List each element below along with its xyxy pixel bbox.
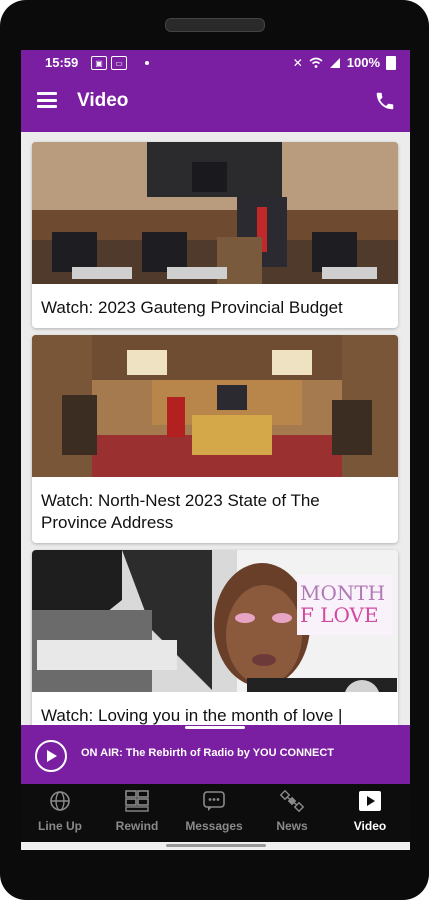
page-title: Video [77, 90, 129, 111]
play-icon [359, 791, 381, 811]
hamburger-icon[interactable] [37, 92, 57, 108]
phone-icon[interactable] [374, 90, 396, 112]
scroll-indicator [185, 726, 245, 729]
video-title[interactable]: Watch: 2023 Gauteng Provincial Budget [32, 289, 398, 328]
phone-frame: 15:59 ▣ ▭ ✕ 100% Video Watch: 2023 Gaute… [0, 0, 429, 900]
nav-item-rewind[interactable]: Rewind [102, 790, 172, 836]
battery-percent: 100% [346, 55, 380, 70]
notification-dot-icon [145, 61, 149, 65]
app-bar: Video [21, 76, 410, 132]
message-notification-icon: ▭ [111, 56, 127, 70]
nav-label: Line Up [38, 819, 82, 833]
svg-text:MONTH: MONTH [300, 581, 385, 605]
video-card[interactable]: MONTH F LOVE Watch: Loving you in the mo… [32, 550, 398, 725]
nav-label: Rewind [115, 819, 159, 833]
app-screen: 15:59 ▣ ▭ ✕ 100% Video Watch: 2023 Gaute… [21, 50, 410, 850]
notification-icons: ▣ ▭ [91, 56, 127, 70]
video-title[interactable]: Watch: North-Nest 2023 State of The Prov… [32, 482, 398, 543]
nav-item-line-up[interactable]: Line Up [25, 790, 95, 836]
nav-label: Messages [185, 819, 243, 833]
chat-icon [203, 791, 225, 811]
satellite-icon [279, 789, 305, 813]
video-list[interactable]: Watch: 2023 Gauteng Provincial Budget Wa… [21, 132, 410, 725]
mute-icon: ✕ [292, 55, 303, 70]
home-indicator[interactable] [166, 844, 266, 847]
video-title[interactable]: Watch: Loving you in the month of love | [32, 697, 398, 725]
svg-text:F LOVE: F LOVE [300, 603, 379, 627]
status-time: 15:59 [45, 55, 79, 70]
globe-icon [50, 791, 70, 811]
radio-play-icon[interactable] [35, 740, 67, 772]
grid-icon [125, 790, 149, 812]
nav-label: News [276, 819, 308, 833]
signal-icon [329, 57, 340, 68]
system-icons: ✕ 100% [293, 55, 396, 70]
nav-item-messages[interactable]: Messages [179, 790, 249, 836]
gallery-notification-icon: ▣ [91, 56, 107, 70]
speaker-grill [165, 18, 265, 32]
video-card[interactable]: Watch: 2023 Gauteng Provincial Budget [32, 142, 398, 328]
nav-item-video[interactable]: Video [335, 790, 405, 836]
battery-icon [386, 55, 396, 70]
wifi-icon [309, 57, 323, 68]
nav-label: Video [353, 819, 387, 833]
nav-item-news[interactable]: News [257, 789, 327, 836]
video-thumbnail[interactable] [32, 335, 398, 477]
video-card[interactable]: Watch: North-Nest 2023 State of The Prov… [32, 335, 398, 543]
now-playing-text: ON AIR: The Rebirth of Radio by YOU CONN… [81, 747, 335, 759]
bottom-navigation: Line Up Rewind Messages News Video [21, 784, 410, 842]
gesture-bar [21, 842, 410, 850]
video-thumbnail[interactable] [32, 142, 398, 284]
now-playing-bar[interactable]: ON AIR: The Rebirth of Radio by YOU CONN… [21, 725, 410, 784]
video-thumbnail[interactable]: MONTH F LOVE [32, 550, 398, 716]
status-bar: 15:59 ▣ ▭ ✕ 100% [21, 50, 410, 76]
